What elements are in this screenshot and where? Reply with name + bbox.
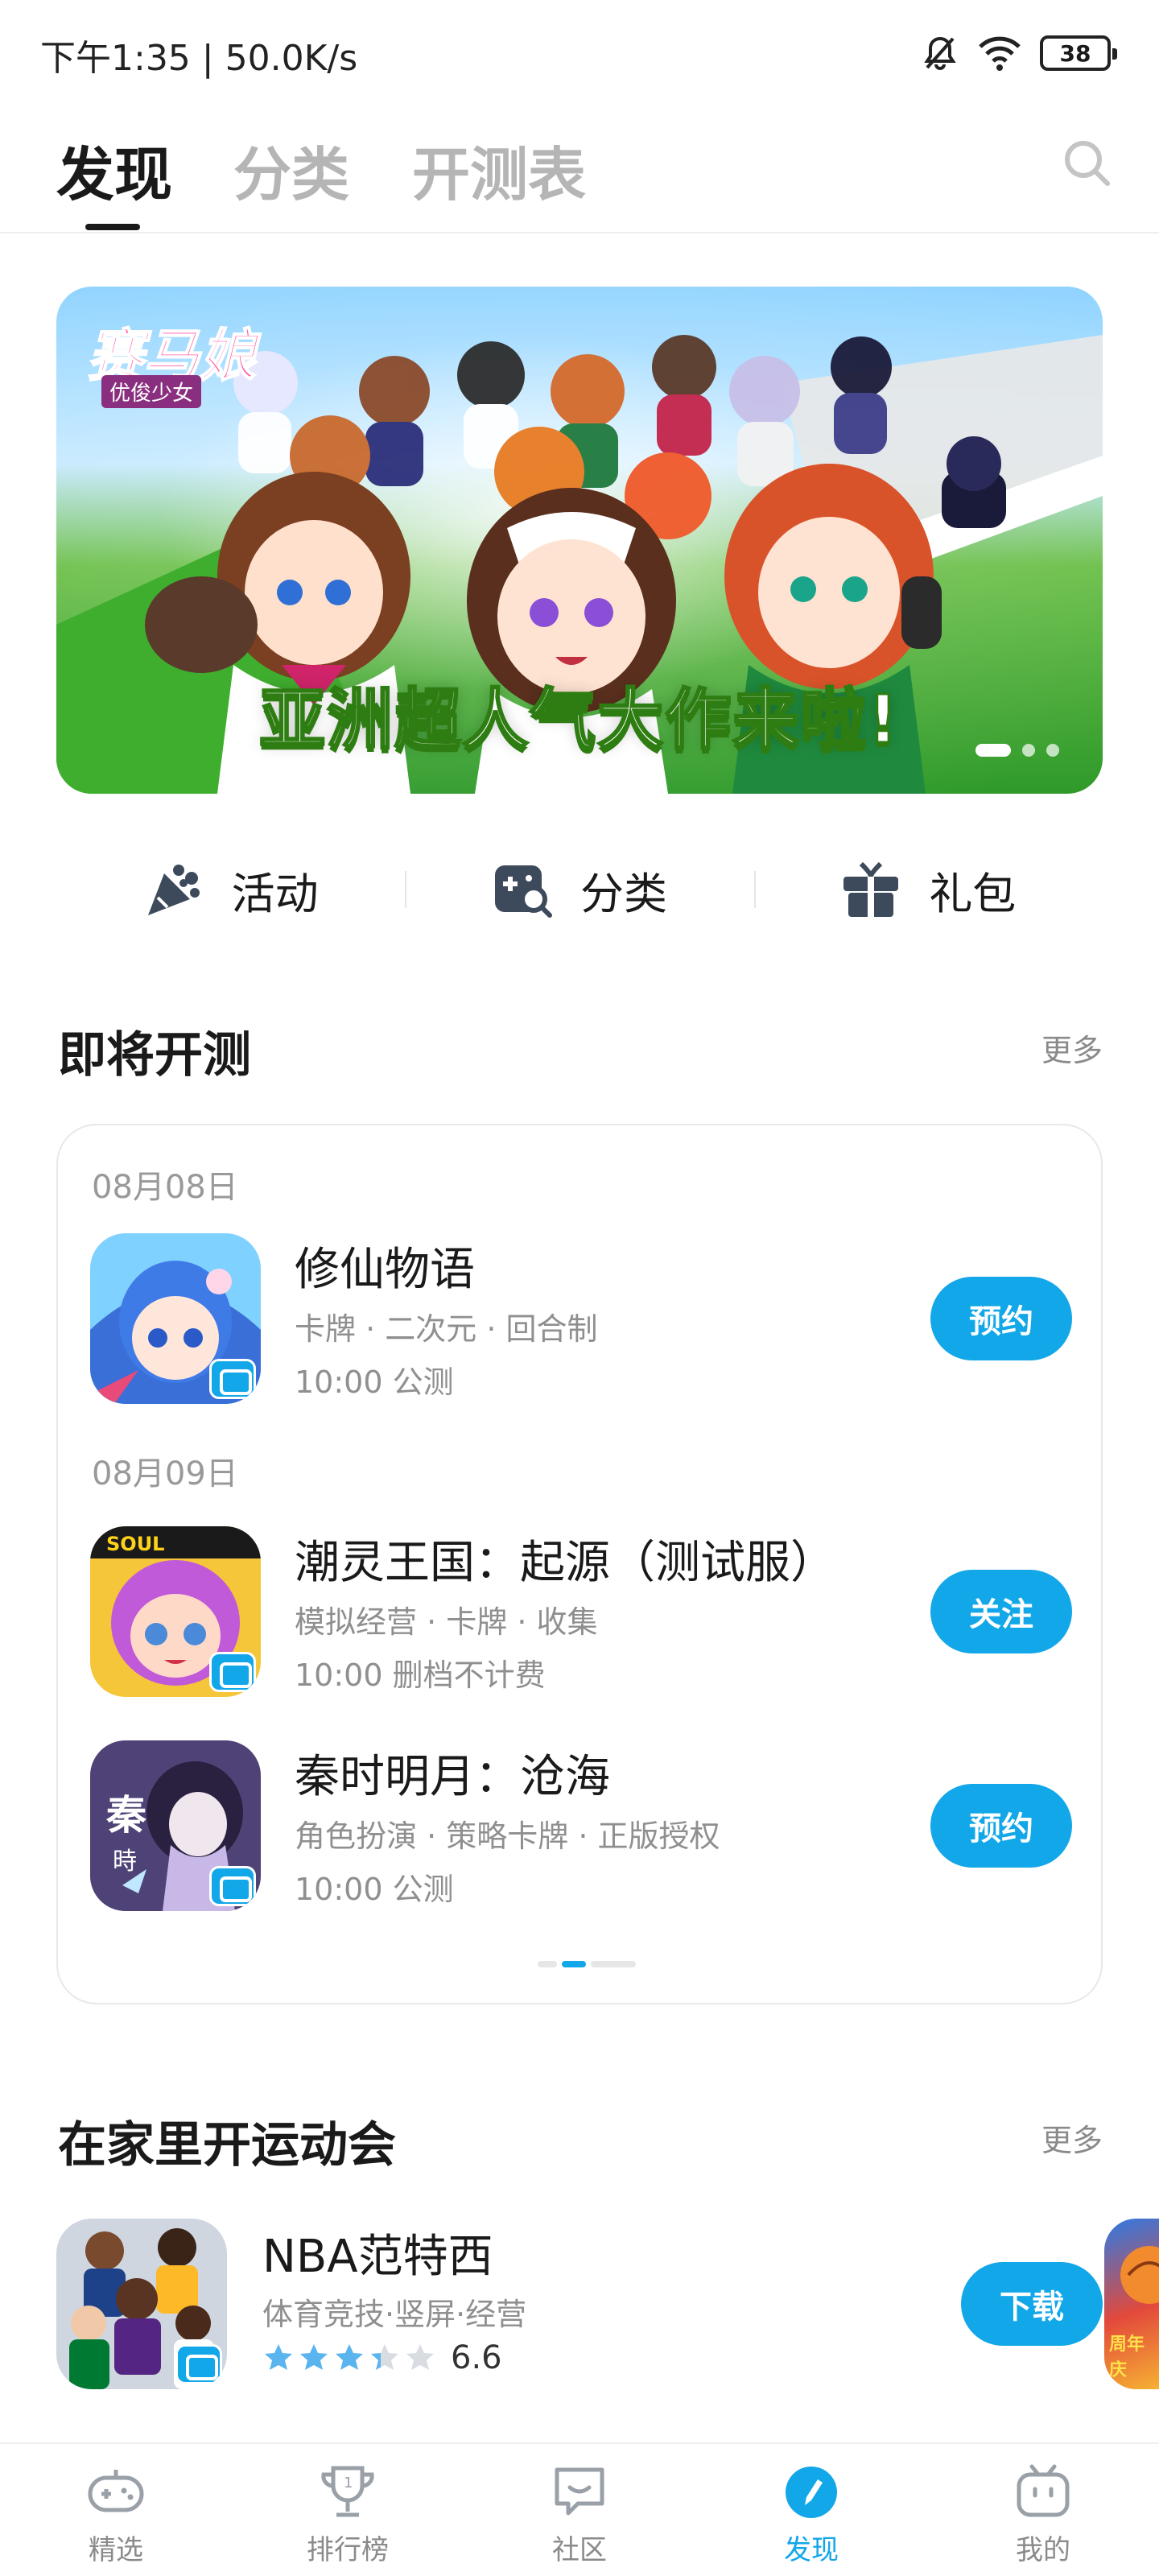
game-name: NBA范特西 [262, 2231, 493, 2283]
game-name: 修仙物语 [295, 1244, 475, 1296]
svg-text:SOUL: SOUL [106, 1533, 164, 1555]
nav-featured[interactable]: 精选 [0, 2444, 232, 2576]
game-name: 秦时明月：沧海 [295, 1751, 610, 1803]
reserve-button[interactable]: 预约 [930, 1784, 1072, 1868]
nav-ranking[interactable]: 1 排行榜 [232, 2444, 464, 2576]
list-item[interactable]: 修仙物语 卡牌 · 二次元 · 回合制 10:00 公测 预约 [90, 1233, 1072, 1406]
compass-icon [786, 2467, 837, 2518]
game-icon: 秦 時 [90, 1740, 261, 1911]
tab-discover[interactable]: 发现 [56, 127, 172, 212]
pager-segment [538, 1961, 557, 1967]
gamepad-search-icon [494, 865, 552, 918]
upcoming-card: 08月08日 修仙物语 卡牌 · 二次元 · 回合制 10:00 公测 预约 0… [56, 1124, 1103, 2004]
star-icon [336, 2344, 363, 2370]
search-icon[interactable] [1059, 135, 1116, 192]
download-button[interactable]: 下载 [961, 2262, 1103, 2346]
tv-badge-icon [175, 2344, 222, 2384]
quick-link-gift[interactable]: 礼包 [753, 837, 1103, 942]
quick-link-label: 活动 [231, 868, 319, 919]
promo-banner[interactable]: 赛马娘 优俊少女 亚洲超人气大作来啦! [56, 287, 1103, 794]
follow-button[interactable]: 关注 [930, 1570, 1072, 1653]
game-icon [90, 1233, 261, 1404]
star-half-icon [371, 2344, 398, 2370]
bottom-nav: 精选 1 排行榜 社区 发现 我的 [0, 2442, 1159, 2576]
card-pager [538, 1961, 636, 1967]
banner-dot-active [975, 744, 1011, 757]
banner-slogan: 亚洲超人气大作来啦! [258, 681, 900, 760]
game-name: 潮灵王国：起源（测试服） [295, 1537, 835, 1589]
nav-label: 我的 [1016, 2534, 1070, 2566]
game-tags: 模拟经营 · 卡牌 · 收集 [295, 1604, 598, 1640]
tab-test-schedule[interactable]: 开测表 [412, 127, 586, 212]
status-bar: 下午1:35 | 50.0K/s 38 [0, 0, 1159, 105]
tab-category[interactable]: 分类 [233, 127, 349, 212]
quick-link-activity[interactable]: 活动 [56, 837, 405, 942]
game-tags: 体育竞技·竖屏·经营 [262, 2297, 527, 2332]
game-tags: 角色扮演 · 策略卡牌 · 正版授权 [295, 1818, 720, 1854]
svg-text:時: 時 [113, 1847, 137, 1876]
next-game-peek-text: 周年庆 [1109, 2334, 1145, 2380]
game-test-time: 10:00 公测 [295, 1872, 454, 1907]
list-item[interactable]: 秦 時 秦时明月：沧海 角色扮演 · 策略卡牌 · 正版授权 10:00 公测 … [90, 1740, 1072, 1913]
game-icon [56, 2219, 227, 2389]
pager-segment [591, 1961, 636, 1967]
upcoming-section-title: 即将开测 [58, 1027, 251, 1084]
next-game-card-peek[interactable]: 周年庆 [1104, 2219, 1159, 2389]
star-empty-icon [406, 2344, 434, 2370]
banner-pager [975, 744, 1059, 757]
active-tab-indicator [85, 224, 140, 230]
bell-muted-icon [924, 36, 956, 70]
nav-label: 社区 [552, 2534, 607, 2566]
game-test-time: 10:00 公测 [295, 1364, 454, 1400]
rating: 6.6 [262, 2339, 502, 2376]
nav-label: 精选 [89, 2534, 143, 2566]
tv-face-icon [1017, 2464, 1070, 2517]
nav-community[interactable]: 社区 [464, 2444, 695, 2576]
quick-link-label: 分类 [580, 868, 667, 919]
sports-more-link[interactable]: 更多 [1041, 2116, 1103, 2160]
nav-label: 排行榜 [307, 2534, 389, 2566]
star-icon [300, 2344, 328, 2370]
date-label: 08月08日 [92, 1169, 238, 1206]
nav-mine[interactable]: 我的 [927, 2444, 1159, 2576]
banner-game-logo-sub: 优俊少女 [101, 375, 202, 408]
banner-dot [1022, 744, 1035, 757]
list-item[interactable]: NBA范特西 体育竞技·竖屏·经营 6.6 下载 [56, 2219, 1103, 2391]
top-tabs: 发现 分类 开测表 [0, 121, 1159, 233]
pager-segment-active [562, 1961, 586, 1967]
tv-badge-icon [209, 1359, 256, 1399]
battery-icon: 38 [1040, 35, 1117, 71]
game-test-time: 10:00 删档不计费 [295, 1657, 546, 1693]
upcoming-more-link[interactable]: 更多 [1041, 1026, 1103, 1070]
list-item[interactable]: SOUL 潮灵王国：起源（测试服） 模拟经营 · 卡牌 · 收集 10:00 删… [90, 1526, 1072, 1699]
tv-badge-icon [209, 1652, 256, 1692]
svg-text:秦: 秦 [106, 1791, 146, 1839]
svg-text:1: 1 [344, 2475, 353, 2491]
quick-link-label: 礼包 [929, 868, 1017, 919]
banner-dot [1046, 744, 1059, 757]
gift-icon [843, 861, 899, 917]
star-icon [265, 2344, 292, 2370]
reserve-button[interactable]: 预约 [930, 1277, 1072, 1360]
nav-label: 发现 [784, 2534, 839, 2566]
status-icons: 38 [921, 29, 1117, 77]
game-tags: 卡牌 · 二次元 · 回合制 [295, 1311, 598, 1347]
trophy-icon: 1 [321, 2466, 374, 2517]
wifi-icon [979, 36, 1021, 71]
rating-value: 6.6 [451, 2339, 502, 2376]
nav-discover[interactable]: 发现 [695, 2444, 927, 2576]
date-label: 08月09日 [92, 1455, 238, 1492]
status-time-speed: 下午1:35 | 50.0K/s [40, 38, 358, 79]
game-icon: SOUL [90, 1526, 261, 1697]
gamepad-icon [88, 2470, 144, 2512]
sports-section-title: 在家里开运动会 [58, 2117, 396, 2174]
tv-badge-icon [209, 1866, 256, 1906]
battery-level: 38 [1059, 39, 1091, 67]
quick-link-category[interactable]: 分类 [405, 837, 753, 942]
party-popper-icon [147, 865, 200, 915]
quick-links: 活动 分类 礼包 [56, 837, 1103, 942]
chat-smile-icon [555, 2467, 604, 2516]
